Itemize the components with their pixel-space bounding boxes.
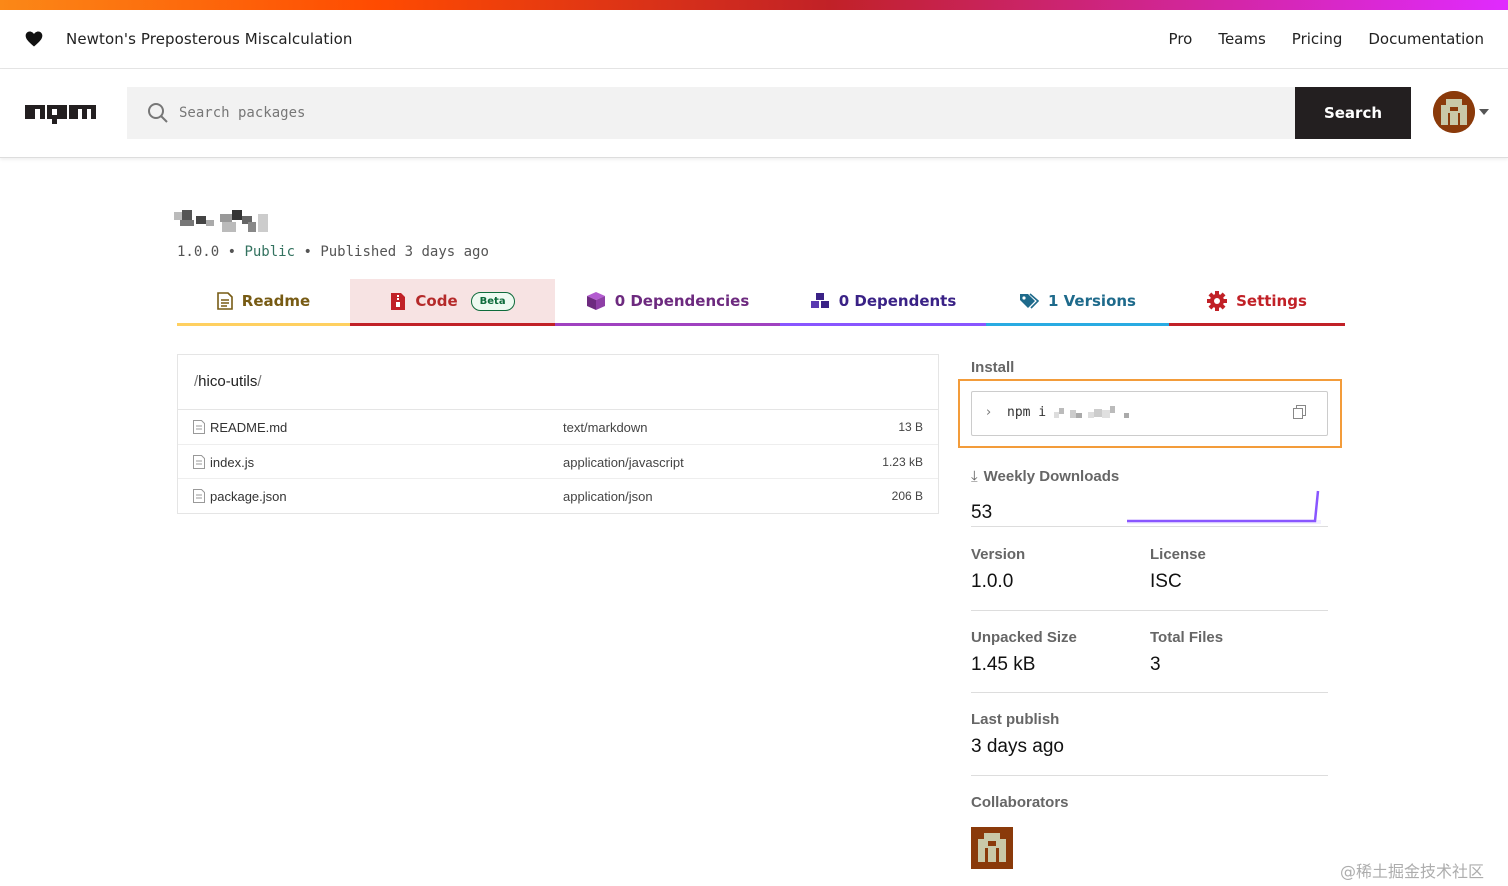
- version-stat: Version 1.0.0: [971, 546, 1025, 593]
- tab-dependencies[interactable]: 0 Dependencies: [555, 279, 780, 326]
- downloads-sparkline[interactable]: [1121, 484, 1326, 528]
- file-size: 206 B: [891, 489, 923, 503]
- document-icon: [216, 292, 233, 310]
- license-value: ISC: [1150, 571, 1182, 592]
- total-files-label: Total Files: [1150, 629, 1224, 646]
- last-publish-stat: Last publish 3 days ago: [971, 711, 1064, 758]
- unpacked-size-value: 1.45 kB: [971, 654, 1036, 675]
- nav-pricing[interactable]: Pricing: [1292, 30, 1343, 48]
- file-icon: [193, 454, 205, 469]
- file-type: application/javascript: [563, 454, 684, 470]
- tab-settings[interactable]: Settings: [1169, 279, 1345, 326]
- weekly-downloads-value: 53: [971, 502, 993, 523]
- nav-documentation[interactable]: Documentation: [1368, 30, 1484, 48]
- gear-icon: [1207, 291, 1228, 311]
- total-files-stat: Total Files 3: [1150, 629, 1223, 676]
- file-row[interactable]: README.md text/markdown 13 B: [178, 410, 938, 445]
- license-label: License: [1150, 546, 1206, 563]
- tab-readme-label: Readme: [241, 292, 311, 310]
- file-name[interactable]: README.md: [210, 420, 287, 435]
- weekly-downloads-label: ⤓ Weekly Downloads: [971, 468, 1119, 485]
- tags-icon: [1019, 293, 1039, 309]
- tab-versions-label: 1 Versions: [1047, 292, 1136, 310]
- divider: [971, 775, 1328, 776]
- install-label: Install: [971, 359, 1015, 376]
- top-gradient-stripe: [0, 0, 1508, 10]
- top-nav: Pro Teams Pricing Documentation: [1169, 30, 1484, 48]
- file-type: application/json: [563, 489, 653, 504]
- tab-dependents-label: 0 Dependents: [838, 292, 957, 310]
- top-header: Newton's Preposterous Miscalculation Pro…: [0, 10, 1508, 69]
- file-row[interactable]: package.json application/json 206 B: [178, 479, 938, 514]
- search-box: [127, 87, 1295, 139]
- boxes-icon: [810, 293, 829, 308]
- meta-separator: •: [227, 244, 245, 260]
- avatar-pattern-icon: [1433, 91, 1475, 133]
- meta-separator: •: [303, 244, 321, 260]
- package-meta: 1.0.0 • Public • Published 3 days ago: [177, 244, 489, 260]
- chevron-right-icon: ›: [986, 405, 992, 420]
- chevron-down-icon[interactable]: [1479, 109, 1489, 115]
- collaborator-avatar[interactable]: [971, 827, 1013, 869]
- install-command-box[interactable]: › npm i: [971, 391, 1328, 436]
- file-icon: [193, 489, 205, 503]
- divider: [971, 692, 1328, 693]
- file-path-breadcrumb: /hico-utils/: [178, 355, 938, 410]
- beta-badge: Beta: [470, 291, 515, 311]
- file-size: 1.23 kB: [882, 454, 923, 469]
- npm-logo[interactable]: [25, 101, 96, 127]
- package-version: 1.0.0: [177, 244, 220, 260]
- file-name[interactable]: package.json: [210, 489, 287, 504]
- download-icon: ⤓: [971, 468, 978, 485]
- file-name[interactable]: index.js: [210, 455, 254, 470]
- file-size: 13 B: [898, 420, 923, 434]
- search-header: Search: [0, 69, 1508, 158]
- unpacked-size-label: Unpacked Size: [971, 629, 1077, 646]
- nav-teams[interactable]: Teams: [1218, 30, 1265, 48]
- weekly-downloads-text: Weekly Downloads: [983, 468, 1120, 485]
- package-visibility: Public: [244, 244, 296, 260]
- tab-readme[interactable]: Readme: [177, 279, 350, 326]
- code-file-icon: [391, 292, 406, 310]
- package-tabs: Readme Code Beta 0 Dependencies 0 Depend…: [177, 279, 1345, 326]
- file-icon: [193, 420, 205, 434]
- version-value: 1.0.0: [971, 571, 1014, 592]
- tab-code[interactable]: Code Beta: [350, 279, 555, 326]
- package-name-redacted: [174, 208, 274, 234]
- unpacked-size-stat: Unpacked Size 1.45 kB: [971, 629, 1077, 676]
- file-browser: /hico-utils/ README.md text/markdown 13 …: [177, 354, 939, 514]
- watermark: @稀土掘金技术社区: [1340, 862, 1485, 881]
- install-command[interactable]: npm i: [1007, 405, 1046, 420]
- collaborators-label: Collaborators: [971, 794, 1069, 811]
- path-separator: /: [257, 373, 262, 390]
- avatar-pattern-icon: [971, 827, 1013, 869]
- file-type: text/markdown: [563, 420, 648, 435]
- tab-versions[interactable]: 1 Versions: [986, 279, 1169, 326]
- search-input[interactable]: [179, 87, 1279, 139]
- tab-dependents[interactable]: 0 Dependents: [780, 279, 986, 326]
- tagline-link[interactable]: Newton's Preposterous Miscalculation: [66, 30, 353, 48]
- downloads-divider: [971, 526, 1328, 527]
- box-icon: [586, 292, 605, 310]
- heart-icon[interactable]: [24, 29, 44, 49]
- total-files-value: 3: [1150, 654, 1161, 675]
- user-avatar[interactable]: [1433, 91, 1475, 133]
- last-publish-value: 3 days ago: [971, 736, 1064, 757]
- divider: [971, 610, 1328, 611]
- search-button[interactable]: Search: [1295, 87, 1411, 139]
- tab-dependencies-label: 0 Dependencies: [614, 292, 750, 310]
- tab-settings-label: Settings: [1236, 292, 1307, 310]
- copy-icon[interactable]: [1293, 405, 1306, 420]
- nav-pro[interactable]: Pro: [1169, 30, 1193, 48]
- path-folder-link[interactable]: hico-utils: [198, 373, 257, 390]
- version-label: Version: [971, 546, 1026, 563]
- tab-code-label: Code: [415, 292, 458, 310]
- file-row[interactable]: index.js application/javascript 1.23 kB: [178, 445, 938, 479]
- search-icon: [148, 103, 168, 123]
- license-stat: License ISC: [1150, 546, 1206, 593]
- install-package-redacted: [1054, 406, 1136, 420]
- package-published: Published 3 days ago: [320, 244, 489, 260]
- collaborators-stat: Collaborators: [971, 794, 1069, 811]
- last-publish-label: Last publish: [971, 711, 1060, 728]
